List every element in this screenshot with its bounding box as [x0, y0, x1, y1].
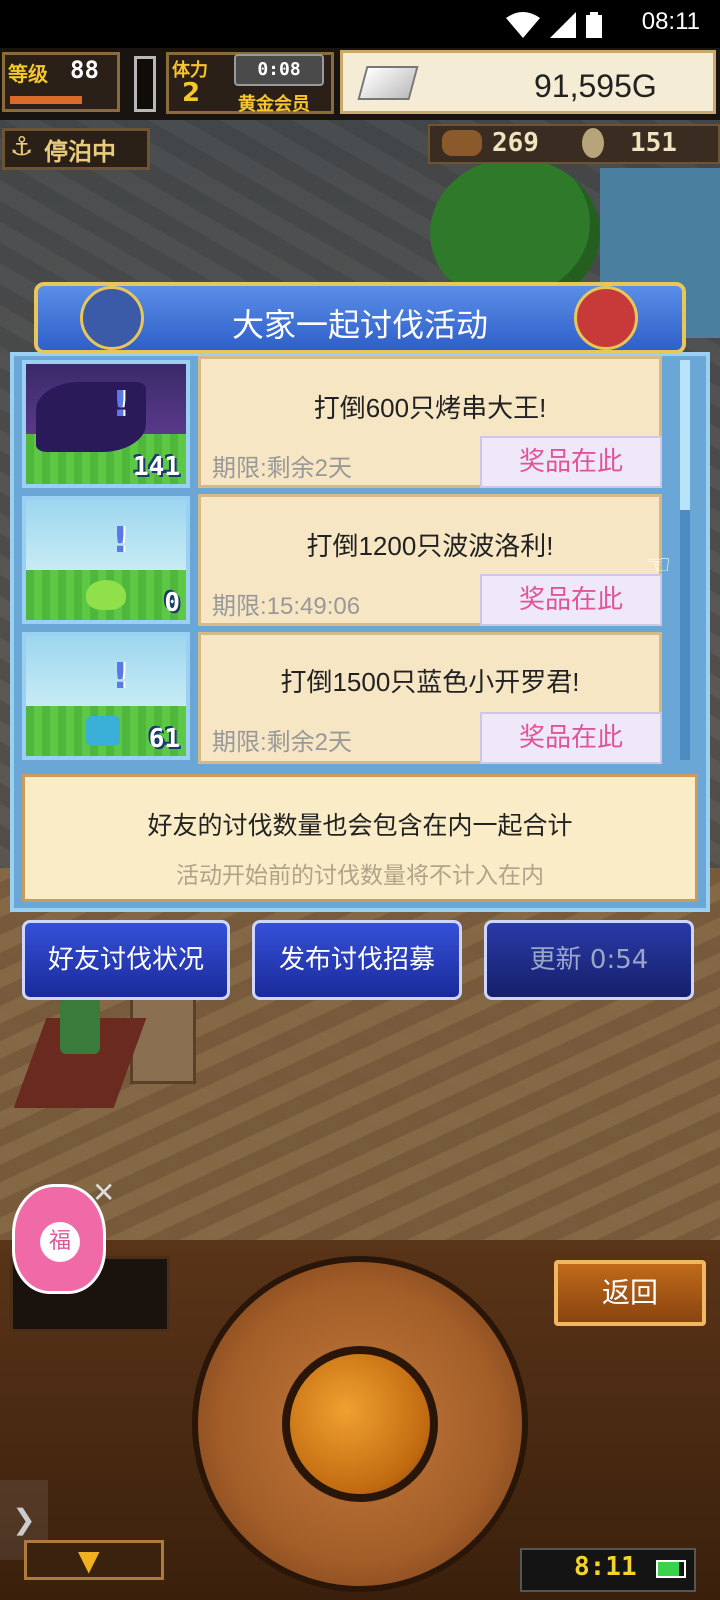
membership-label[interactable]: 黄金会员	[238, 90, 310, 116]
prize-button[interactable]: 奖品在此	[480, 712, 662, 764]
event-deadline: 期限:15:49:06	[212, 593, 361, 620]
action-button[interactable]	[282, 1346, 438, 1502]
event-title: 打倒600只烤串大王!	[313, 393, 547, 423]
thumb-sky	[26, 636, 186, 708]
player-character[interactable]	[60, 998, 100, 1054]
exclamation-icon: !	[112, 384, 129, 425]
anchor-icon: ⚓	[10, 132, 34, 162]
resource-2-value: 151	[630, 128, 677, 158]
wood-icon	[442, 130, 482, 156]
blue-monster-icon	[86, 716, 120, 746]
status-time: 08:11	[641, 8, 700, 35]
stamina-gauge	[134, 56, 156, 112]
signal-icon	[550, 12, 576, 38]
info-sub-text: 活动开始前的讨伐数量将不计入在内	[176, 863, 544, 889]
thumb-sky	[26, 500, 186, 572]
level-value: 88	[70, 56, 99, 84]
battery-icon	[656, 1560, 686, 1578]
level-label: 等级	[8, 62, 48, 86]
exp-bar	[10, 96, 82, 104]
monster-boss-icon	[36, 382, 146, 452]
prize-button[interactable]: 奖品在此	[480, 436, 662, 488]
silver-bar-icon	[357, 66, 419, 100]
dialog-title: 大家一起讨伐活动	[231, 306, 488, 344]
event-thumbnail[interactable]: ! 61	[22, 632, 190, 760]
info-main-text: 好友的讨伐数量也会包含在内一起合计	[147, 811, 573, 840]
event-thumbnail[interactable]: ! 0	[22, 496, 190, 624]
event-thumbnail[interactable]: ! 141	[22, 360, 190, 488]
defeat-count: 141	[133, 452, 180, 482]
prize-button[interactable]: 奖品在此	[480, 574, 662, 626]
back-button[interactable]: 返回	[554, 1260, 706, 1326]
status-bar: 08:11	[0, 0, 720, 48]
event-deadline: 期限:剩余2天	[212, 455, 353, 482]
defeat-count: 61	[148, 724, 180, 754]
battery-icon	[586, 12, 602, 38]
dock-status-label: 停泊中	[44, 138, 116, 166]
wifi-icon	[506, 12, 540, 38]
friends-status-button[interactable]: 好友讨伐状况	[22, 920, 230, 1000]
post-recruit-button[interactable]: 发布讨伐招募	[252, 920, 462, 1000]
game-clock: 8:11	[574, 1552, 637, 1582]
scrollbar-thumb[interactable]	[680, 360, 690, 510]
stamina-value: 2	[182, 78, 201, 108]
close-icon[interactable]: ✕	[92, 1176, 115, 1209]
gold-value: 91,595G	[534, 68, 657, 104]
defeat-count: 0	[164, 588, 180, 618]
stamina-timer: 0:08	[234, 54, 324, 86]
coin-icon	[582, 128, 604, 158]
exclamation-icon: !	[112, 520, 129, 561]
fortune-label: 福	[40, 1222, 80, 1262]
pointing-hand-icon: ☜	[646, 548, 672, 581]
event-title: 打倒1500只蓝色小开罗君!	[280, 667, 580, 697]
event-deadline: 期限:剩余2天	[212, 729, 353, 756]
slime-monster-icon	[86, 580, 126, 610]
down-arrow-icon: ▼	[78, 1544, 100, 1577]
event-title: 打倒1200只波波洛利!	[306, 531, 554, 561]
status-icons	[506, 12, 602, 38]
refresh-button[interactable]: 更新 0:54	[484, 920, 694, 1000]
resource-1-value: 269	[492, 128, 539, 158]
exclamation-icon: !	[112, 656, 129, 697]
